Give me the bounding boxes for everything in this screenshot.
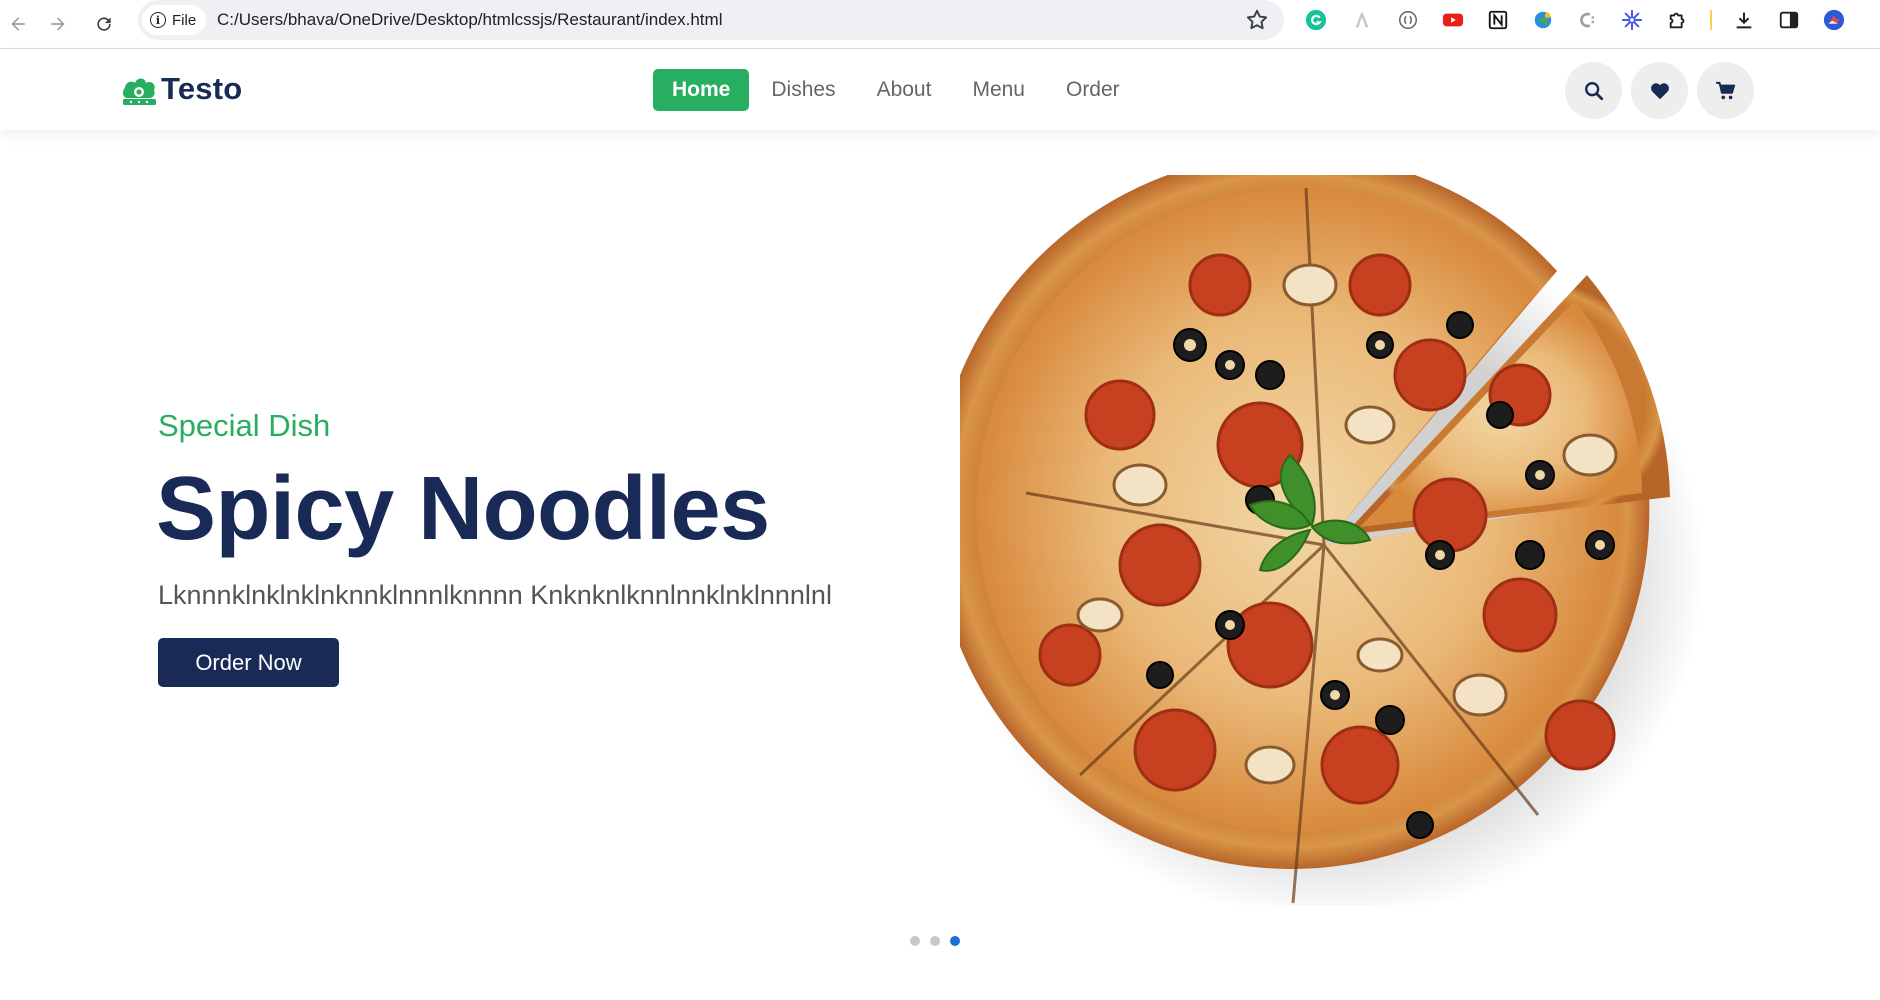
- slider-dots: [910, 936, 960, 946]
- c-icon[interactable]: [1575, 8, 1599, 32]
- info-icon: i: [150, 12, 166, 28]
- slider-dot-2[interactable]: [930, 936, 940, 946]
- youtube-icon[interactable]: [1441, 8, 1465, 32]
- slider-dot-3[interactable]: [950, 936, 960, 946]
- address-bar[interactable]: i File C:/Users/bhava/OneDrive/Desktop/h…: [138, 0, 1284, 40]
- order-now-button[interactable]: Order Now: [158, 638, 339, 687]
- back-arrow-icon: [11, 17, 25, 31]
- back-button[interactable]: [0, 6, 36, 42]
- grammarly-icon[interactable]: [1304, 8, 1328, 32]
- nav-order[interactable]: Order: [1047, 69, 1139, 111]
- nav-menu[interactable]: Menu: [953, 69, 1044, 111]
- hero-title: Spicy Noodles: [156, 459, 770, 559]
- wishlist-button[interactable]: [1631, 62, 1688, 119]
- forward-button[interactable]: [40, 6, 76, 42]
- reload-icon: [97, 17, 111, 31]
- cart-icon: [1715, 81, 1735, 99]
- main-nav: Home Dishes About Menu Order: [653, 69, 1142, 111]
- nav-about[interactable]: About: [858, 69, 951, 111]
- hero-subtitle: Special Dish: [158, 408, 331, 443]
- reload-button[interactable]: [86, 6, 122, 42]
- file-chip-label: File: [172, 11, 197, 29]
- chef-hat-logo-icon: [122, 78, 156, 105]
- search-icon: [1584, 81, 1603, 100]
- slider-dot-1[interactable]: [910, 936, 920, 946]
- cart-button[interactable]: [1697, 62, 1754, 119]
- nav-home[interactable]: Home: [653, 69, 750, 111]
- hero-description: Lknnnklnklnklnknnklnnnlknnnn Knknknlknnl…: [158, 580, 832, 610]
- bracket-circle-icon[interactable]: [1396, 8, 1420, 32]
- logo[interactable]: Testo: [119, 71, 242, 107]
- profile-avatar[interactable]: [1822, 8, 1846, 32]
- site-info-chip[interactable]: i File: [142, 5, 207, 35]
- sidebar-icon[interactable]: [1777, 8, 1801, 32]
- notion-icon[interactable]: [1486, 8, 1510, 32]
- snowflake-icon[interactable]: [1620, 8, 1644, 32]
- nav-dishes[interactable]: Dishes: [752, 69, 854, 111]
- puzzle-icon[interactable]: [1666, 8, 1690, 32]
- forward-arrow-icon: [51, 17, 65, 31]
- download-icon[interactable]: [1732, 8, 1756, 32]
- pizza-image: [933, 152, 1720, 922]
- bookmark-star-icon[interactable]: [1244, 7, 1270, 33]
- site-header: Testo Home Dishes About Menu Order: [0, 49, 1880, 130]
- globe-icon[interactable]: [1531, 8, 1555, 32]
- heart-icon: [1650, 82, 1669, 99]
- browser-toolbar: i File C:/Users/bhava/OneDrive/Desktop/h…: [0, 0, 1880, 49]
- toolbar-separator: [1710, 10, 1712, 30]
- logo-text: Testo: [161, 71, 243, 106]
- search-button[interactable]: [1565, 62, 1622, 119]
- url-text[interactable]: C:/Users/bhava/OneDrive/Desktop/htmlcssj…: [217, 10, 722, 30]
- a-icon[interactable]: [1350, 8, 1374, 32]
